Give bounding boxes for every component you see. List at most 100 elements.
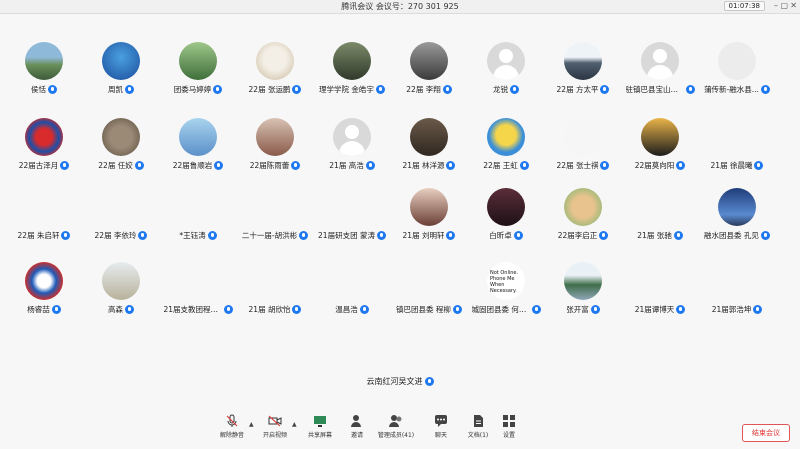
participant-tile[interactable]: 22届 张士祺 [545,118,621,193]
mic-icon [299,231,309,240]
audio-options-chevron-icon[interactable]: ▲ [249,421,254,428]
participant-tile[interactable]: 21届研支团 蒙涛 [314,188,390,263]
participant-tile[interactable]: *王钰涛 [160,188,236,263]
participant-tile[interactable]: 团委马婷婷 [160,42,236,117]
mic-icon [600,161,610,170]
participant-tile[interactable]: 22届古泽月 [6,118,82,193]
participant-name: 22届 李翔 [406,85,441,94]
participant-tile[interactable]: 温昌浩 [314,262,390,337]
mic-icon [365,161,375,170]
avatar [410,118,448,156]
end-meeting-button[interactable]: 结束会议 [742,424,790,442]
participant-tile[interactable]: 21届 高浩 [314,118,390,193]
participant-name: 理学学院 金皓宇 [319,85,374,94]
mic-icon [510,85,519,94]
avatar [102,262,140,300]
participant-tile[interactable]: 白昕卓 [468,188,544,263]
mic-icon [600,85,610,94]
participant-tile[interactable]: 镇巴团县委 程柳 [391,262,467,337]
participant-tile[interactable]: 理学学院 金皓宇 [314,42,390,117]
avatar [25,262,63,300]
chat-button[interactable]: 聊天 [421,412,461,446]
participant-name: 张开富 [566,305,589,314]
unmute-button[interactable]: 解除静音 [212,412,252,446]
participant-tile[interactable]: 周凯 [83,42,159,117]
participant-tile[interactable]: 龙锐 [468,42,544,117]
participant-nameplate: 22届古泽月 [6,160,82,171]
participant-tile[interactable]: 侯恬 [6,42,82,117]
mic-icon [125,85,134,94]
participant-name: 22届莫向阳 [634,161,675,170]
participant-tile[interactable]: 高森 [83,262,159,337]
settings-label: 设置 [502,432,515,439]
participant-tile[interactable]: Not Online. Phone Me When Necessary. 城固团县… [468,262,544,337]
mic-icon [760,231,770,240]
participant-tile[interactable]: 融水团县委 孔见 [699,188,775,263]
participant-tile[interactable]: 21届 张驰 [622,188,698,263]
participant-name: 二十一届-胡洪彬 [241,231,298,240]
avatar [256,118,294,156]
chat-label: 聊天 [434,432,447,439]
participant-nameplate: 21届 林洋源 [391,160,467,171]
active-speaker: 云南红河吴文进 [0,376,800,387]
participant-tile[interactable]: 22届 方太平 [545,42,621,117]
mic-icon [754,161,764,170]
mic-icon [125,305,134,314]
participant-tile[interactable]: 22届陈雨蕾 [237,118,313,193]
participant-nameplate: 22届 方太平 [545,84,621,95]
chat-bubble-icon [435,415,447,427]
mic-icon [292,305,302,314]
invite-button[interactable]: 邀请 [337,412,377,446]
participant-tile[interactable]: 21届 林洋源 [391,118,467,193]
unmute-label: 解除静音 [219,432,244,439]
avatar [410,42,448,80]
participant-tile[interactable]: 22届 李依玲 [83,188,159,263]
participant-tile[interactable]: 驻镇巴县宝山村... [622,42,698,117]
participant-tile[interactable]: 22届李启正 [545,188,621,263]
participant-nameplate: 22届 张运鹏 [237,84,313,95]
participant-name: 22届李启正 [557,231,598,240]
participant-tile[interactable]: 21届郭浩坤 [699,262,775,337]
participant-tile[interactable]: 21届 刘明轩 [391,188,467,263]
manage-members-button[interactable]: 管理成员(41) [376,412,416,446]
participant-tile[interactable]: 22届鲁顺岩 [160,118,236,193]
participant-name: 龙锐 [493,85,508,94]
mic-icon [292,85,302,94]
participant-tile[interactable]: 22届 任姣 [83,118,159,193]
participant-tile[interactable]: 22届 朱启轩 [6,188,82,263]
participant-name: 温昌浩 [335,305,358,314]
mic-muted-icon [226,414,238,427]
avatar [102,118,140,156]
participant-tile[interactable]: 21届谭博天 [622,262,698,337]
mic-icon [513,231,523,240]
participant-tile[interactable]: 21届 徐晨曦 [699,118,775,193]
participant-tile[interactable]: 21届 胡欣怡 [237,262,313,337]
participant-nameplate: 22届 朱启轩 [6,230,82,241]
share-screen-button[interactable]: 共享屏幕 [300,412,340,446]
video-options-chevron-icon[interactable]: ▲ [292,421,297,428]
video-button[interactable]: 开启视频 [255,412,295,446]
participant-tile[interactable]: 22届 张运鹏 [237,42,313,117]
participant-name: 22届 任姣 [98,161,133,170]
participant-nameplate: 21届郭浩坤 [699,304,775,315]
participant-name: 周凯 [108,85,123,94]
participant-name: 蒲传新-融水县... [704,85,759,94]
participant-tile[interactable]: 杨睿喆 [6,262,82,337]
avatar [25,118,63,156]
participant-tile[interactable]: 二十一届-胡洪彬 [237,188,313,263]
avatar [564,42,602,80]
participant-tile[interactable]: 22届 王虹 [468,118,544,193]
settings-button[interactable]: 设置 [489,412,529,446]
participant-tile[interactable]: 张开富 [545,262,621,337]
participant-nameplate: 城固团县委 何依... [468,304,544,315]
participant-nameplate: 21届谭博天 [622,304,698,315]
participant-tile[interactable]: 22届 李翔 [391,42,467,117]
participant-name: 21届谭博天 [634,305,675,314]
participant-name: 21届 张驰 [637,231,672,240]
manage-members-label: 管理成员(41) [377,432,415,439]
invite-label: 邀请 [350,432,363,439]
participant-tile[interactable]: 21届支教团程凯... [160,262,236,337]
participant-tile[interactable]: 蒲传新-融水县... [699,42,775,117]
participant-tile[interactable]: 22届莫向阳 [622,118,698,193]
mic-icon [376,231,386,240]
